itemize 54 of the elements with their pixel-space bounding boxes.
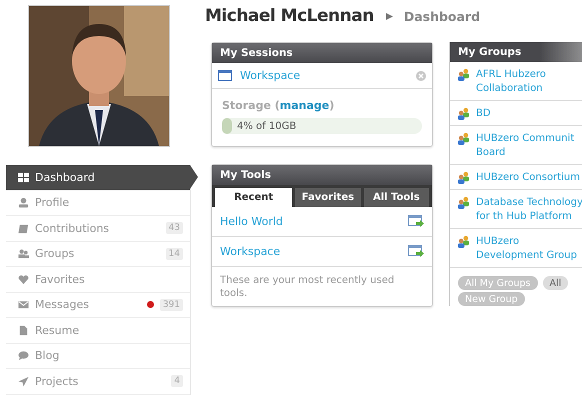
count-badge: 14 <box>166 248 183 260</box>
panel-title: My Groups <box>450 42 582 62</box>
heart-icon <box>18 274 29 285</box>
people-icon <box>457 196 470 209</box>
user-name: Michael McLennan <box>205 6 374 26</box>
people-icon <box>457 235 470 248</box>
group-link[interactable]: BD <box>476 107 582 121</box>
tab[interactable]: Recent <box>215 188 292 207</box>
group-button[interactable]: All <box>542 276 568 290</box>
count-badge: 43 <box>166 222 183 234</box>
people-icon <box>457 171 470 184</box>
nav-item[interactable]: Blog <box>6 344 190 369</box>
storage-label: Storage ( <box>222 99 280 112</box>
grid-icon <box>18 172 29 183</box>
people-icon <box>457 107 470 120</box>
nav-item[interactable]: Favorites <box>6 267 190 292</box>
people-icon <box>457 68 470 81</box>
bubble-icon <box>18 350 29 362</box>
group-link[interactable]: HUBzero Development Group <box>476 235 582 263</box>
nav-item[interactable]: Contributions 43 <box>6 216 190 242</box>
group-link[interactable]: HUBzero Communit Board <box>476 132 582 160</box>
tools-note: These are your most recently used tools. <box>219 274 396 301</box>
group-button[interactable]: New Group <box>458 292 525 306</box>
nav-item[interactable]: Profile <box>6 190 190 216</box>
storage-text: 4% of 10GB <box>237 120 296 132</box>
people-icon <box>457 132 470 145</box>
breadcrumb-arrow-icon <box>386 12 393 20</box>
paren: ) <box>329 99 334 112</box>
mail-icon <box>18 299 29 310</box>
close-icon[interactable] <box>416 70 426 80</box>
user-icon <box>18 197 29 208</box>
window-icon <box>218 70 232 81</box>
launch-icon[interactable] <box>408 214 424 228</box>
tool-link[interactable]: Workspace <box>220 245 408 258</box>
nav-item[interactable]: Projects 4 <box>6 369 190 394</box>
tab[interactable]: Favorites <box>295 188 361 207</box>
panel-title: My Sessions <box>212 43 432 63</box>
count-badge: 4 <box>171 375 183 388</box>
tab[interactable]: All Tools <box>364 188 429 207</box>
breadcrumb: Dashboard <box>404 8 480 24</box>
group-button[interactable]: All My Groups <box>458 276 538 290</box>
tool-link[interactable]: Hello World <box>220 215 408 228</box>
nav-item[interactable]: Resume <box>6 318 190 344</box>
group-link[interactable]: AFRL Hubzero Collaboration <box>476 68 582 96</box>
doc-icon <box>18 324 29 336</box>
users-icon <box>18 248 29 260</box>
manage-link[interactable]: manage <box>280 99 330 112</box>
group-link[interactable]: HUBzero Consortium <box>476 171 582 185</box>
launch-icon[interactable] <box>408 244 424 258</box>
nav-item[interactable]: Messages 391 <box>6 292 190 318</box>
panel-title: My Tools <box>212 165 432 185</box>
nav-item[interactable]: Groups 14 <box>6 242 190 267</box>
count-badge: 391 <box>160 298 183 311</box>
session-link[interactable]: Workspace <box>240 69 416 82</box>
